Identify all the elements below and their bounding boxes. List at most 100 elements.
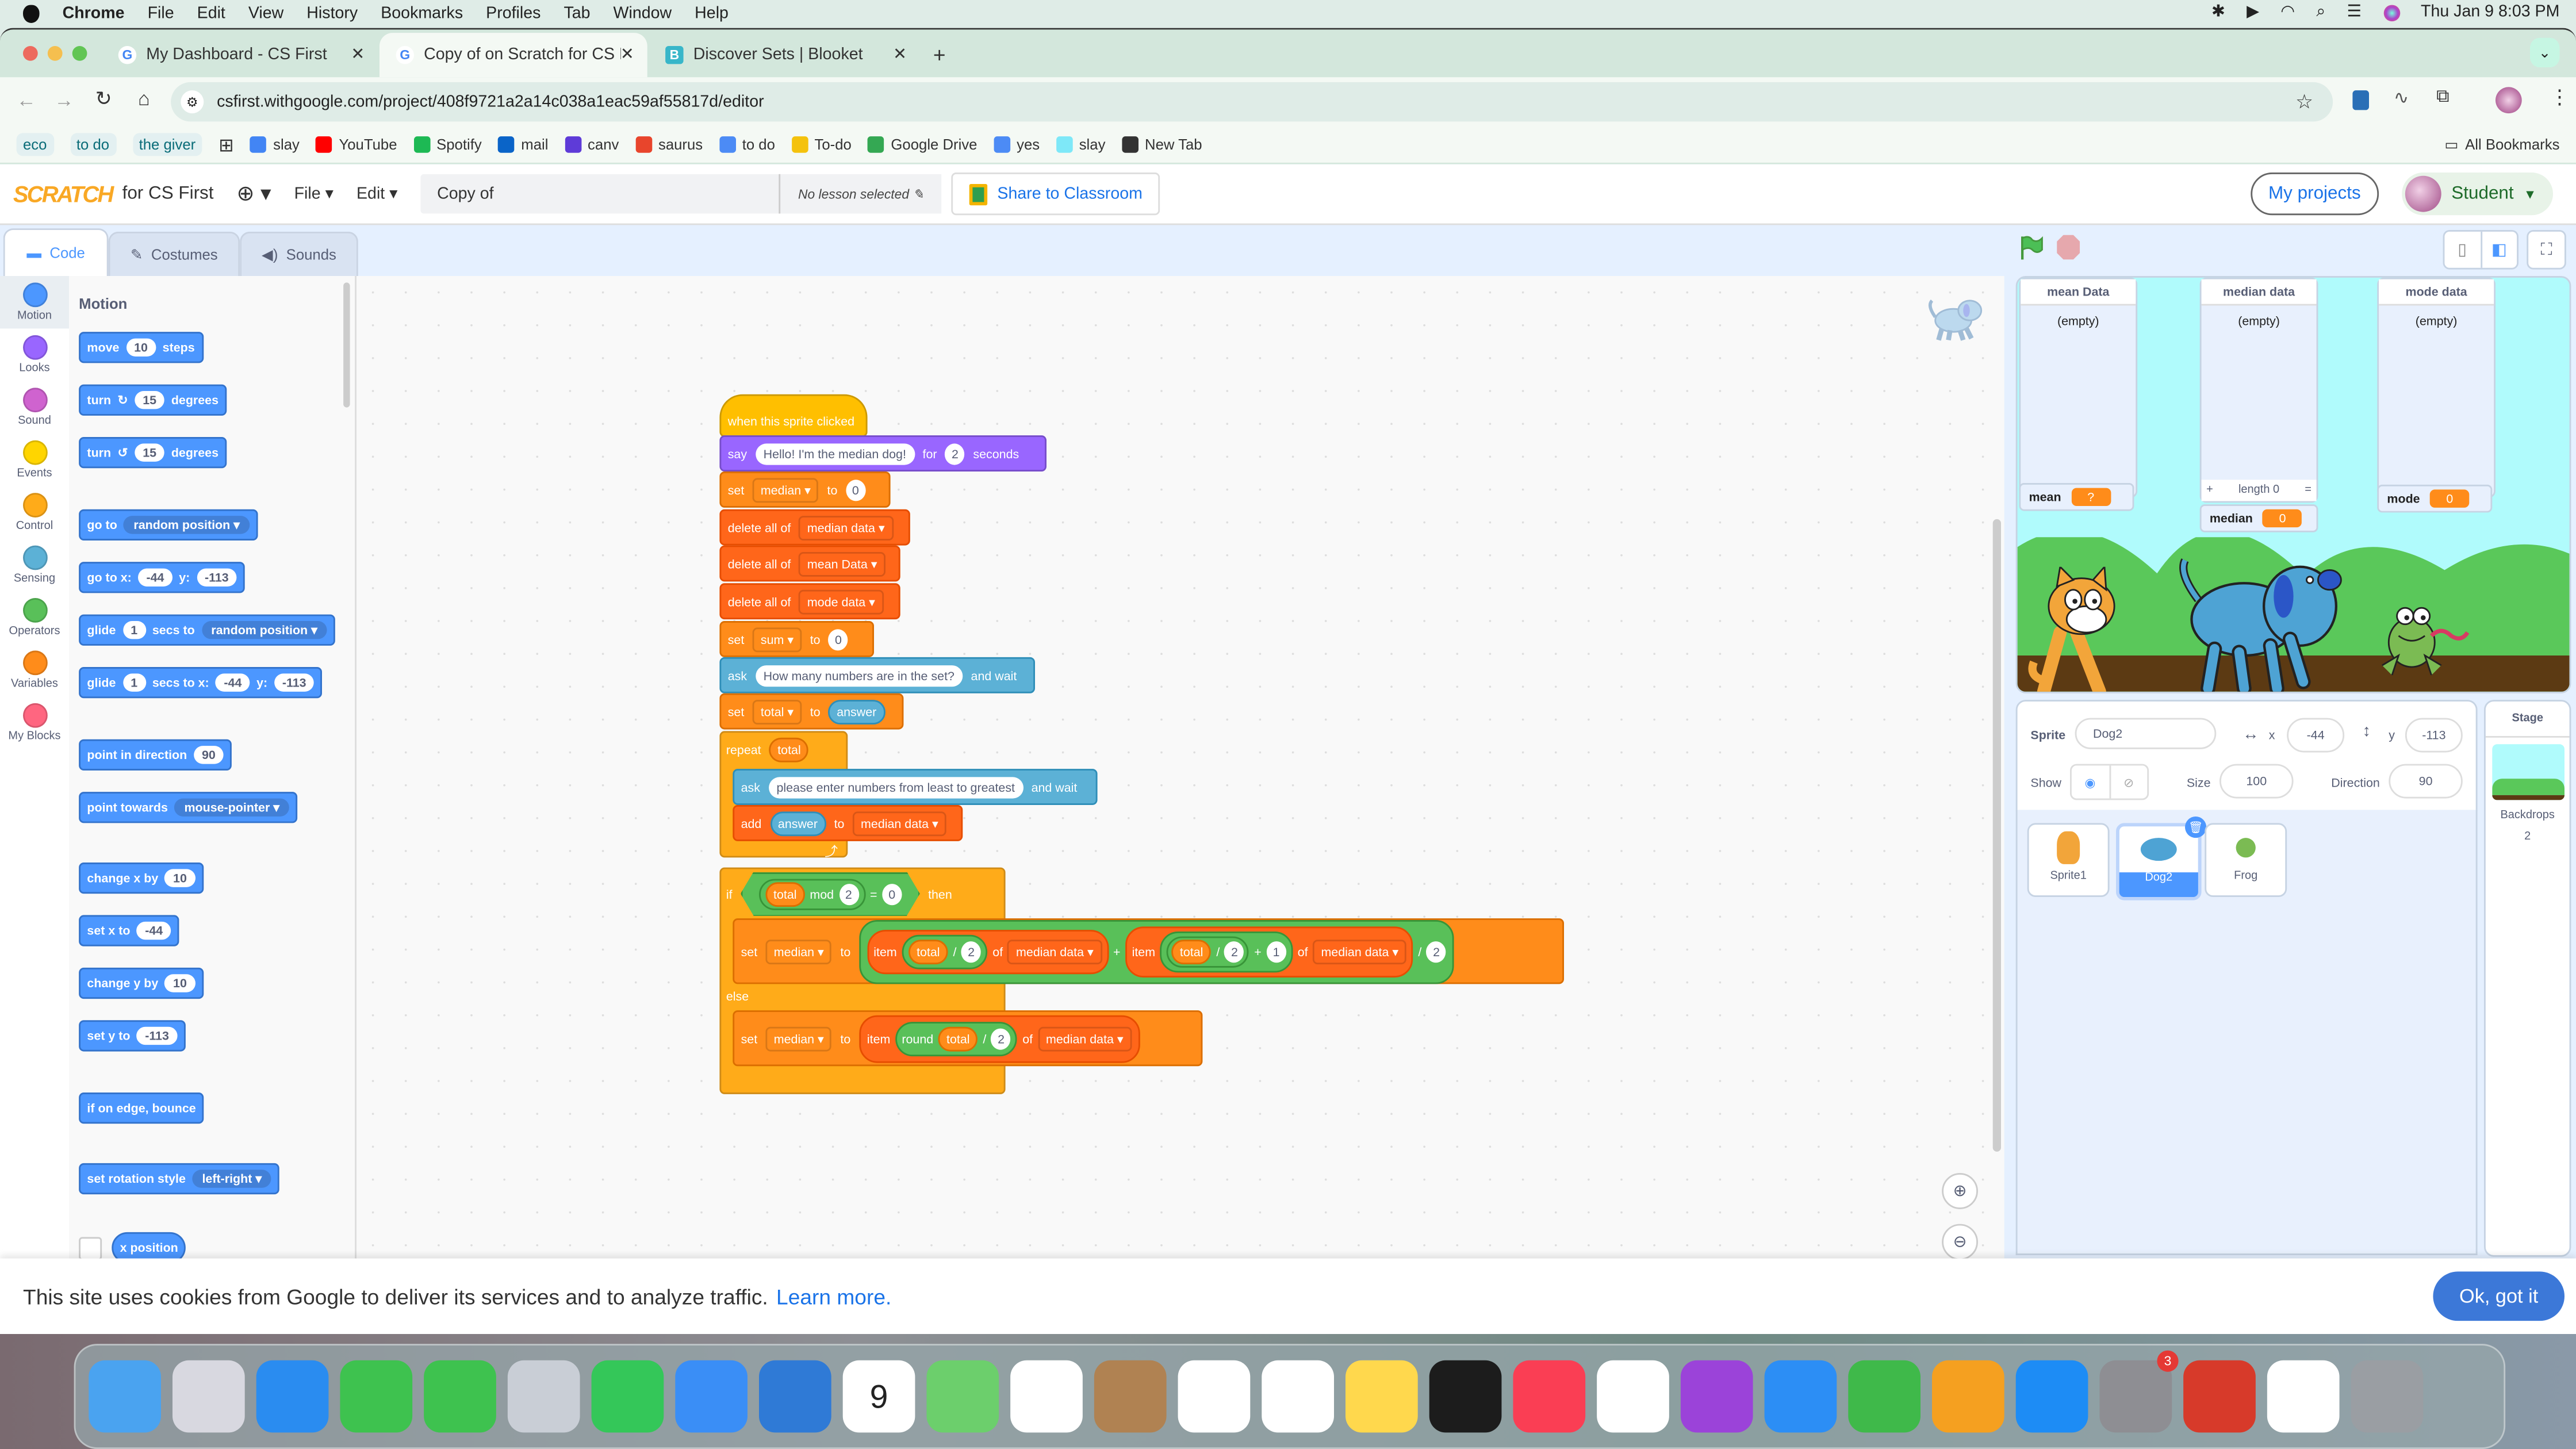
frog-sprite[interactable] (2375, 600, 2490, 676)
palette-block-turn[interactable]: turn ↺ 15 degrees (79, 437, 227, 469)
dock-weather-icon[interactable] (759, 1360, 831, 1433)
tab-costumes[interactable]: ✎ Costumes (108, 231, 240, 276)
more-menu-icon[interactable]: ⋮ (2550, 86, 2569, 109)
palette-block-set-y-to[interactable]: set y to -113 (79, 1020, 186, 1052)
dock-calendar-icon[interactable]: 9 (842, 1360, 915, 1433)
add-answer-to-list-block[interactable]: add answer to median data ▾ (733, 805, 963, 841)
palette-block-glide[interactable]: glide 1 secs to random position ▾ (79, 614, 336, 646)
dock-freeform-icon[interactable] (2267, 1360, 2340, 1433)
bookmark-slay[interactable]: slay (250, 136, 300, 153)
ask-enter-numbers-block[interactable]: ask please enter numbers from least to g… (733, 769, 1098, 805)
dock-music-icon[interactable] (1513, 1360, 1586, 1433)
bookmark-canv[interactable]: canv (565, 136, 619, 153)
variable-dropdown[interactable]: median ▾ (752, 477, 819, 502)
set-median-block[interactable]: set median ▾ to 0 (719, 471, 891, 508)
palette-block-change-y-by[interactable]: change y by 10 (79, 967, 204, 999)
palette-block-go-to-x-[interactable]: go to x: -44 y: -113 (79, 562, 246, 593)
divide-operator[interactable]: total / 2 (1167, 936, 1249, 967)
dock-reminders-icon[interactable] (1262, 1360, 1334, 1433)
bookmark-eco[interactable]: eco (16, 133, 53, 156)
dock-system-settings-icon[interactable]: 3 (2099, 1350, 2179, 1433)
close-tab-icon[interactable]: ✕ (893, 46, 907, 64)
value-input[interactable]: 0 (845, 478, 865, 500)
dock-podcasts-icon[interactable] (1680, 1360, 1753, 1433)
number-input[interactable]: -113 (274, 673, 315, 692)
dock-numbers-icon[interactable] (1848, 1360, 1920, 1433)
dropdown[interactable]: random position ▾ (201, 621, 328, 639)
tab-my-dashboard[interactable]: G My Dashboard - CS First ✕ (102, 33, 378, 77)
zoom-window-button[interactable] (72, 46, 87, 61)
sprite-tile-sprite1[interactable]: Sprite1 (2027, 823, 2110, 897)
palette-block-point-towards[interactable]: point towards mouse-pointer ▾ (79, 792, 298, 823)
list-monitor-median-data[interactable]: median data (empty) + length 0 = (2199, 277, 2318, 503)
show-monitor-checkbox[interactable] (79, 1237, 102, 1260)
stage-selector-panel[interactable]: Stage Backdrops 2 (2484, 700, 2571, 1257)
sprite-name-input[interactable]: Dog2 (2075, 718, 2217, 749)
number-input[interactable]: 10 (125, 338, 156, 356)
small-stage-button[interactable]: ▯ (2444, 231, 2482, 268)
say-seconds-input[interactable]: 2 (945, 443, 965, 465)
number-input[interactable]: -113 (136, 1026, 178, 1045)
sprite-tile-frog[interactable]: Frog (2205, 823, 2287, 897)
number-input[interactable]: -44 (216, 673, 250, 692)
equals-operator[interactable]: total mod 2 = 0 (741, 872, 920, 916)
dock-messages-icon[interactable] (424, 1360, 496, 1433)
lesson-selector[interactable]: No lesson selected ✎ (779, 174, 942, 214)
menu-window[interactable]: Window (614, 4, 672, 22)
forward-arrow-icon[interactable]: → (54, 89, 74, 112)
total-reporter[interactable]: total (908, 938, 948, 964)
y-input[interactable]: -113 (2405, 718, 2463, 753)
close-tab-icon[interactable]: ✕ (620, 46, 634, 64)
number-input[interactable]: 1 (1266, 940, 1286, 962)
normal-stage-button[interactable]: ◧ (2482, 232, 2517, 268)
mod-operator[interactable]: total mod 2 (758, 878, 865, 909)
menu-view[interactable]: View (248, 4, 283, 22)
palette-block-go-to[interactable]: go to random position ▾ (79, 509, 258, 540)
bluetooth-icon[interactable]: ✱ (2211, 3, 2225, 21)
dock-keynote-icon[interactable] (1764, 1360, 1837, 1433)
item-of-list-reporter[interactable]: item total / 2 + 1 of median data ▾ (1125, 926, 1413, 977)
variable-dropdown[interactable]: median ▾ (765, 938, 833, 964)
menu-app-name[interactable]: Chrome (63, 4, 125, 22)
number-input[interactable]: -113 (196, 568, 237, 586)
hide-sprite-eye-icon[interactable]: ⊘ (2110, 765, 2147, 798)
category-motion[interactable]: Motion (0, 276, 69, 329)
number-input[interactable]: 90 (193, 746, 224, 764)
back-arrow-icon[interactable]: ← (17, 89, 36, 112)
ok-got-it-button[interactable]: Ok, got it (2433, 1271, 2564, 1321)
url-text[interactable]: csfirst.withgoogle.com/project/408f9721a… (217, 93, 764, 110)
edit-menu[interactable]: Edit ▾ (356, 185, 398, 202)
stage-canvas[interactable]: mean Data (empty) median data (empty) + … (2015, 276, 2571, 693)
x-input[interactable]: -44 (2287, 718, 2345, 753)
menu-bookmarks[interactable]: Bookmarks (381, 4, 463, 22)
green-flag-icon[interactable] (2021, 235, 2044, 262)
delete-all-mean-data-block[interactable]: delete all of mean Data ▾ (719, 545, 900, 582)
bookmark-google-drive[interactable]: Google Drive (868, 136, 977, 153)
palette-block-set-x-to[interactable]: set x to -44 (79, 915, 179, 946)
number-input[interactable]: 2 (1426, 940, 1447, 962)
category-sensing[interactable]: Sensing (0, 539, 69, 591)
dock-contacts-icon[interactable] (1094, 1360, 1167, 1433)
dock-safari-icon[interactable] (256, 1360, 329, 1433)
menu-tab[interactable]: Tab (564, 4, 590, 22)
share-to-classroom-button[interactable]: Share to Classroom (951, 172, 1161, 216)
palette-block-turn[interactable]: turn ↻ 15 degrees (79, 384, 227, 416)
category-looks[interactable]: Looks (0, 328, 69, 381)
wifi-icon[interactable]: ◠ (2280, 3, 2295, 21)
close-window-button[interactable] (23, 46, 38, 61)
say-for-secs-block[interactable]: say Hello! I'm the median dog! for 2 sec… (719, 435, 1046, 471)
list-monitor-mean-data[interactable]: mean Data (empty) (2019, 277, 2138, 498)
zoom-in-button[interactable]: ⊕ (1942, 1173, 1978, 1209)
stop-sign-icon[interactable] (2057, 235, 2080, 260)
direction-input[interactable]: 90 (2389, 764, 2463, 799)
number-input[interactable]: 10 (164, 974, 195, 992)
dock-photo-booth-icon[interactable] (2183, 1360, 2256, 1433)
site-info-icon[interactable]: ⚙ (181, 90, 204, 114)
number-input[interactable]: 0 (882, 883, 902, 904)
number-input[interactable]: 1 (122, 621, 146, 639)
cat-sprite[interactable] (2027, 566, 2136, 693)
value-input[interactable]: 0 (828, 628, 849, 650)
palette-block-move[interactable]: move 10 steps (79, 332, 203, 363)
reload-icon[interactable]: ↻ (95, 87, 112, 110)
address-bar[interactable]: ⚙ csfirst.withgoogle.com/project/408f972… (171, 82, 2333, 122)
